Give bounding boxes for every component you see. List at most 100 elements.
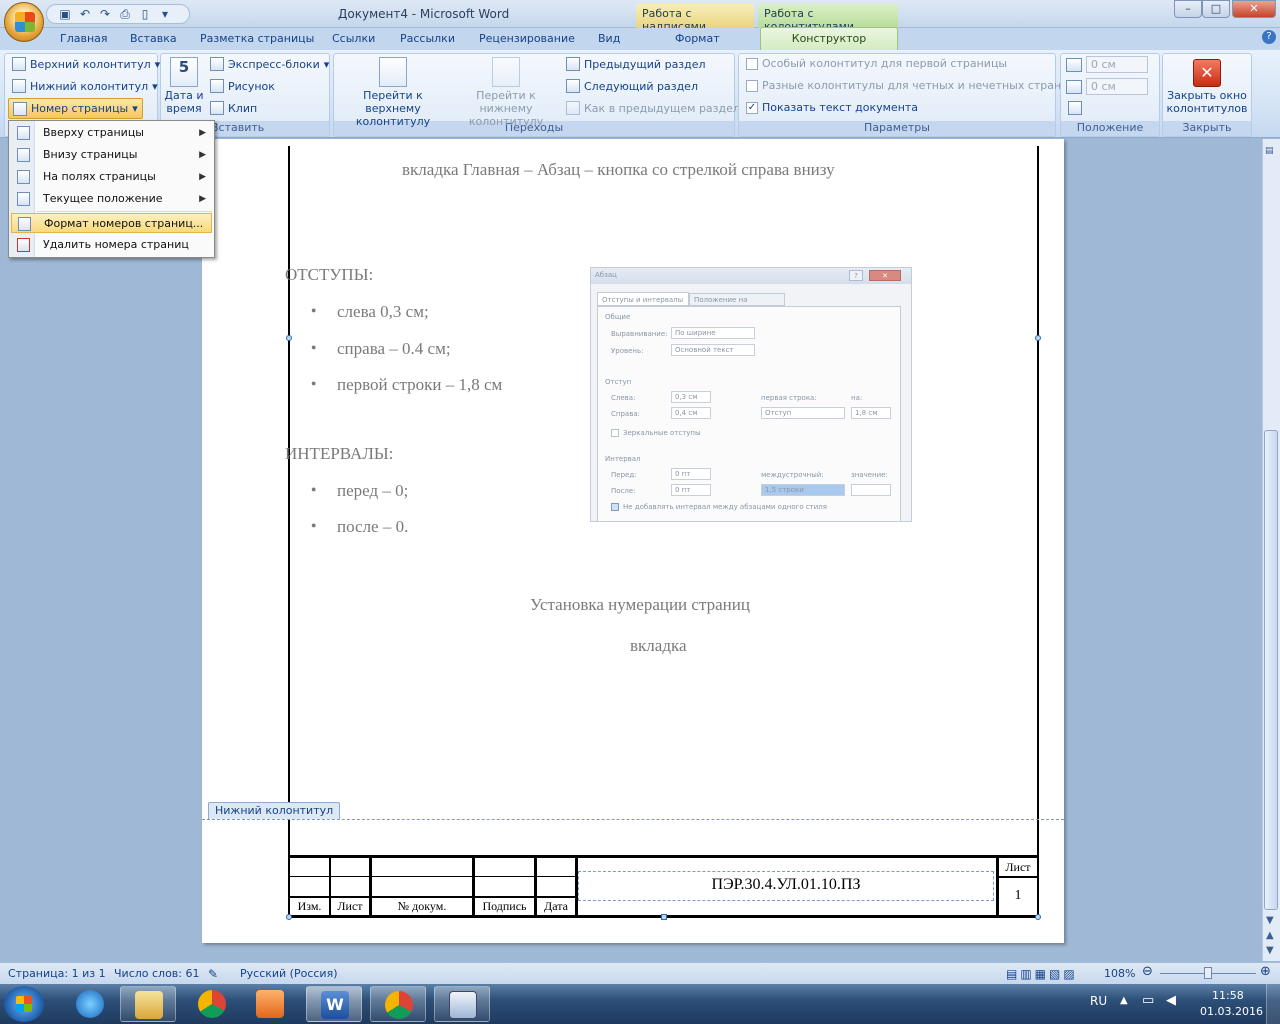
- picture-label: Рисунок: [228, 79, 275, 93]
- document-code[interactable]: ПЭР.30.4.УЛ.01.10.ПЗ: [578, 876, 994, 894]
- header-icon: [12, 57, 26, 71]
- show-desktop-button[interactable]: [1266, 984, 1280, 1024]
- network-icon[interactable]: ▭: [1142, 993, 1154, 1008]
- date-time-button[interactable]: 5 Дата и время: [163, 57, 205, 119]
- volume-icon[interactable]: ◀: [1166, 993, 1176, 1008]
- office-button[interactable]: [4, 2, 44, 42]
- undo-icon[interactable]: ↶: [77, 6, 93, 22]
- goto-footer-icon: [492, 57, 520, 87]
- status-words[interactable]: Число слов: 61: [114, 967, 200, 980]
- page-top-icon: [17, 126, 30, 140]
- show-text-checkbox[interactable]: ✓ Показать текст документа: [746, 101, 918, 114]
- insert-tab-icon[interactable]: [1068, 101, 1082, 115]
- selection-handle[interactable]: [286, 335, 292, 341]
- footer-position-field[interactable]: 0 см: [1066, 78, 1148, 95]
- taskbar-explorer[interactable]: [120, 986, 176, 1022]
- tab-references[interactable]: Ссылки: [332, 29, 375, 50]
- language-indicator[interactable]: RU: [1090, 994, 1107, 1008]
- media-player-icon: [256, 990, 284, 1018]
- footer-button[interactable]: Нижний колонтитул ▾: [12, 79, 158, 93]
- taskbar-chrome[interactable]: [184, 986, 240, 1022]
- redo-icon[interactable]: ↷: [97, 6, 113, 22]
- start-button[interactable]: [4, 986, 44, 1022]
- menu-item-label: На полях страницы: [43, 170, 156, 183]
- prev-section-button[interactable]: Предыдущий раздел: [566, 57, 706, 71]
- status-zoom[interactable]: 108%: [1104, 967, 1135, 980]
- tab-page-layout[interactable]: Разметка страницы: [200, 29, 314, 50]
- tab-format[interactable]: Формат: [675, 29, 720, 50]
- next-page-icon[interactable]: ▼: [1266, 945, 1274, 956]
- tab-designer[interactable]: Конструктор: [760, 27, 898, 51]
- odd-even-checkbox[interactable]: Разные колонтитулы для четных и нечетных…: [746, 79, 1076, 92]
- header-position-field[interactable]: 0 см: [1066, 56, 1148, 73]
- indents-heading: ОТСТУПЫ:: [285, 265, 374, 284]
- picture-icon: [210, 79, 224, 93]
- menu-item-page-margins[interactable]: На полях страницы ▶: [11, 167, 212, 187]
- maximize-button[interactable]: □: [1202, 0, 1230, 18]
- page-number-button[interactable]: Номер страницы ▾: [8, 98, 143, 119]
- picture-button[interactable]: Рисунок: [210, 79, 275, 93]
- new-document-icon[interactable]: ▯: [137, 6, 153, 22]
- taskbar-word[interactable]: W: [306, 986, 362, 1022]
- selection-handle[interactable]: [1035, 914, 1041, 920]
- express-blocks-button[interactable]: Экспресс-блоки ▾: [210, 57, 329, 71]
- zoom-out-icon[interactable]: ⊖: [1142, 964, 1153, 979]
- chevron-down-icon: ▾: [323, 57, 330, 71]
- qat-customize-icon[interactable]: ▾: [157, 6, 173, 22]
- first-page-checkbox[interactable]: Особый колонтитул для первой страницы: [746, 57, 1007, 70]
- taskbar-news[interactable]: [434, 986, 490, 1022]
- tab-insert[interactable]: Вставка: [130, 29, 177, 50]
- clock-date[interactable]: 01.03.2016: [1200, 1005, 1263, 1018]
- page-number-label: Номер страницы: [31, 102, 129, 115]
- menu-item-top-of-page[interactable]: Вверху страницы ▶: [11, 123, 212, 143]
- scroll-down-icon[interactable]: ▼: [1266, 915, 1274, 926]
- view-buttons-icon[interactable]: ▤▥▦▧▨: [1006, 967, 1078, 981]
- quick-access-toolbar: ▣ ↶ ↷ ⎙ ▯ ▾: [46, 4, 190, 24]
- tab-review[interactable]: Рецензирование: [479, 29, 575, 50]
- goto-footer-label: Перейти к нижнему колонтитулу: [468, 89, 544, 128]
- header-position-input[interactable]: 0 см: [1086, 56, 1148, 73]
- ruler-toggle-icon[interactable]: ▤: [1265, 146, 1274, 156]
- taskbar-media[interactable]: [242, 986, 298, 1022]
- tray-expand-icon[interactable]: ▲: [1120, 995, 1128, 1006]
- dialog-right-label: Справа:: [611, 410, 640, 418]
- clip-button[interactable]: Клип: [210, 101, 257, 115]
- zoom-in-icon[interactable]: ⊕: [1260, 964, 1271, 979]
- menu-item-current-position[interactable]: Текущее положение ▶: [11, 189, 212, 209]
- menu-item-remove-page-numbers[interactable]: Удалить номера страниц: [11, 235, 212, 255]
- selection-handle[interactable]: [661, 914, 667, 920]
- tab-view[interactable]: Вид: [598, 29, 620, 50]
- help-icon[interactable]: ?: [1262, 30, 1276, 44]
- link-previous-label: Как в предыдущем разделе: [584, 101, 747, 115]
- dialog-close-icon: ✕: [869, 270, 901, 281]
- footer-position-input[interactable]: 0 см: [1086, 78, 1148, 95]
- dialog-tab-indents: Отступы и интервалы: [597, 292, 689, 306]
- header-button[interactable]: Верхний колонтитул ▾: [12, 57, 160, 71]
- goto-header-button[interactable]: Перейти к верхнему колонтитулу: [338, 57, 448, 128]
- tab-mailings[interactable]: Рассылки: [400, 29, 455, 50]
- close-header-footer-button[interactable]: ✕ Закрыть окно колонтитулов: [1164, 57, 1250, 119]
- scrollbar-thumb[interactable]: [1264, 430, 1278, 910]
- selection-handle[interactable]: [286, 914, 292, 920]
- taskbar-ie[interactable]: [62, 986, 118, 1022]
- link-previous-button[interactable]: Как в предыдущем разделе: [566, 101, 747, 115]
- save-icon[interactable]: ▣: [57, 6, 73, 22]
- close-button[interactable]: ✕: [1232, 0, 1276, 18]
- taskbar-chrome-window[interactable]: [370, 986, 426, 1022]
- spellcheck-icon[interactable]: ✎: [208, 967, 218, 981]
- selection-handle[interactable]: [1035, 335, 1041, 341]
- zoom-slider-thumb[interactable]: [1204, 967, 1212, 979]
- menu-item-format-page-numbers[interactable]: Формат номеров страниц...: [11, 213, 212, 233]
- prev-page-icon[interactable]: ▲: [1266, 930, 1274, 941]
- goto-footer-button[interactable]: Перейти к нижнему колонтитулу: [450, 57, 562, 128]
- status-language[interactable]: Русский (Россия): [240, 967, 338, 980]
- minimize-button[interactable]: –: [1174, 0, 1202, 18]
- page: [202, 139, 1064, 943]
- print-icon[interactable]: ⎙: [117, 6, 133, 22]
- menu-item-bottom-of-page[interactable]: Внизу страницы ▶: [11, 145, 212, 165]
- clock-time[interactable]: 11:58: [1212, 989, 1244, 1002]
- next-section-button[interactable]: Следующий раздел: [566, 79, 698, 93]
- tab-home[interactable]: Главная: [60, 29, 108, 50]
- stamp-sheet-label: Лист: [1005, 860, 1031, 874]
- status-page[interactable]: Страница: 1 из 1: [8, 967, 106, 980]
